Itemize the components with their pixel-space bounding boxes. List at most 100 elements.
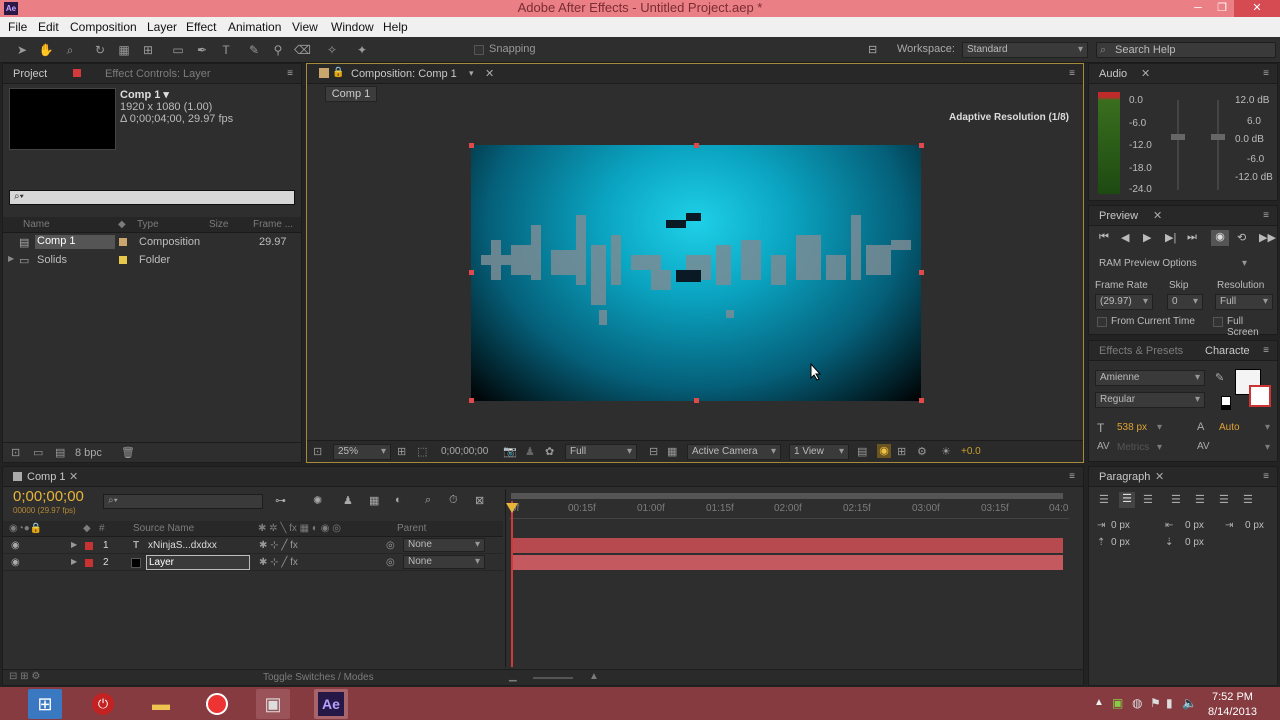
- expand-triangle-icon[interactable]: ▶: [71, 557, 77, 566]
- ram-preview-icon[interactable]: ▶▶: [1259, 231, 1276, 244]
- layer-label-color[interactable]: [85, 559, 93, 567]
- maximize-button[interactable]: ❐: [1210, 0, 1234, 17]
- panel-menu-icon[interactable]: ≡: [1069, 471, 1075, 482]
- window-app-icon[interactable]: ▣: [256, 689, 290, 719]
- rectangle-tool-icon[interactable]: ▭: [170, 42, 186, 58]
- show-snapshot-icon[interactable]: ♟: [525, 445, 535, 458]
- frame-blending-icon[interactable]: ▦: [369, 494, 379, 507]
- security-app-icon[interactable]: ⊞: [28, 689, 62, 719]
- tab-project[interactable]: Project: [13, 65, 47, 83]
- previous-frame-icon[interactable]: ◀: [1121, 231, 1129, 244]
- motion-blur-icon[interactable]: ◐: [395, 494, 402, 506]
- layer-switches-icon[interactable]: ✱ ⊹ ╱ fx: [259, 557, 298, 568]
- pickwhip-icon[interactable]: ◎: [386, 540, 395, 551]
- close-button[interactable]: ✕: [1234, 0, 1280, 17]
- space-after-value[interactable]: 0 px: [1185, 537, 1204, 548]
- leading-value[interactable]: Auto: [1219, 422, 1240, 433]
- timeline-search-input[interactable]: ⌕▾: [103, 494, 263, 509]
- tab-paragraph[interactable]: Paragraph: [1099, 468, 1150, 486]
- comp-dropdown-icon[interactable]: ▾: [469, 68, 474, 79]
- camera-select[interactable]: Active Camera: [687, 444, 781, 460]
- power-icon[interactable]: ⏻: [86, 689, 120, 719]
- close-tab-icon[interactable]: ✕: [69, 470, 78, 483]
- panel-menu-icon[interactable]: ≡: [1263, 210, 1269, 221]
- tab-character[interactable]: Characte: [1205, 342, 1250, 360]
- justify-all-icon[interactable]: ☰: [1243, 493, 1253, 506]
- tab-effects-presets[interactable]: Effects & Presets: [1099, 342, 1183, 360]
- eyedropper-icon[interactable]: ✎: [1215, 371, 1224, 384]
- font-family-select[interactable]: Amienne: [1095, 370, 1205, 386]
- menu-layer[interactable]: Layer: [147, 20, 177, 34]
- font-size-value[interactable]: 538 px: [1117, 422, 1147, 433]
- col-type[interactable]: Type: [137, 219, 159, 230]
- zoom-select[interactable]: 25%: [333, 444, 391, 460]
- search-help-input[interactable]: Search Help: [1115, 44, 1176, 56]
- tray-expand-icon[interactable]: ▲: [1094, 697, 1104, 708]
- roto-brush-tool-icon[interactable]: ✧: [324, 42, 340, 58]
- close-tab-icon[interactable]: ✕: [1141, 67, 1150, 80]
- project-search-input[interactable]: ⌕▾: [9, 190, 295, 205]
- bpc-button[interactable]: 8 bpc: [75, 447, 102, 459]
- from-current-checkbox[interactable]: [1097, 317, 1107, 327]
- exposure-icon[interactable]: ☀: [941, 445, 951, 458]
- panel-menu-icon[interactable]: ≡: [1263, 471, 1269, 482]
- snapshot-icon[interactable]: 📷: [503, 445, 517, 458]
- tray-signal-icon[interactable]: ▮: [1166, 696, 1173, 710]
- align-right-icon[interactable]: ☰: [1143, 493, 1153, 506]
- hide-shy-icon[interactable]: ♟: [343, 494, 353, 507]
- indent-first-value[interactable]: 0 px: [1185, 520, 1204, 531]
- color-channels-icon[interactable]: ✿: [545, 445, 554, 458]
- layer-2-duration-bar[interactable]: [511, 555, 1063, 570]
- tray-network-icon[interactable]: ◍: [1132, 696, 1142, 710]
- resolution-select[interactable]: Full: [565, 444, 637, 460]
- expand-triangle-icon[interactable]: ▶: [71, 540, 77, 549]
- clone-stamp-tool-icon[interactable]: ⚲: [270, 42, 286, 58]
- menu-effect[interactable]: Effect: [186, 20, 216, 34]
- camera-tool-icon[interactable]: ▦: [116, 42, 132, 58]
- layer-row[interactable]: ◉ ▶ 2 Layer ✱ ⊹ ╱ fx ◎ None: [3, 555, 503, 571]
- brush-tool-icon[interactable]: ✎: [246, 42, 262, 58]
- record-app-icon[interactable]: [200, 689, 234, 719]
- col-name[interactable]: Name: [23, 219, 50, 230]
- new-folder-icon[interactable]: ▭: [33, 446, 43, 459]
- bbox-handle[interactable]: [694, 143, 699, 148]
- zoom-in-icon[interactable]: ▲: [589, 671, 599, 682]
- bbox-handle[interactable]: [919, 270, 924, 275]
- project-item-comp[interactable]: ▤ Comp 1 Composition 29.97: [3, 234, 293, 251]
- source-name-header[interactable]: Source Name: [133, 523, 194, 534]
- lock-icon[interactable]: 🔒: [332, 67, 344, 78]
- tray-flag-icon[interactable]: ⚑: [1150, 696, 1161, 710]
- bbox-handle[interactable]: [694, 398, 699, 403]
- zoom-out-icon[interactable]: ▁: [509, 671, 517, 682]
- exposure-value[interactable]: +0.0: [961, 446, 981, 457]
- indent-left-value[interactable]: 0 px: [1111, 520, 1130, 531]
- eraser-tool-icon[interactable]: ⌫: [294, 42, 311, 58]
- tracking-dropdown-icon[interactable]: ▾: [1265, 442, 1270, 453]
- tab-timeline-comp[interactable]: Comp 1: [27, 468, 66, 486]
- fast-previews-icon[interactable]: ◉: [877, 444, 891, 458]
- hand-tool-icon[interactable]: ✋: [38, 42, 54, 58]
- tab-preview[interactable]: Preview: [1099, 207, 1138, 225]
- align-left-icon[interactable]: ☰: [1099, 493, 1109, 506]
- audio-slider-right[interactable]: [1211, 134, 1225, 140]
- audio-slider-left[interactable]: [1171, 134, 1185, 140]
- brainstorm-icon[interactable]: ⌕: [425, 494, 431, 507]
- close-tab-icon[interactable]: ✕: [1153, 209, 1162, 222]
- tray-volume-icon[interactable]: 🔈: [1182, 696, 1197, 710]
- auto-keyframe-icon[interactable]: ⏱: [449, 494, 458, 507]
- panel-menu-icon[interactable]: ≡: [287, 68, 293, 79]
- first-frame-icon[interactable]: ⏮: [1099, 231, 1109, 244]
- mute-audio-icon[interactable]: ◉: [1211, 230, 1229, 246]
- after-effects-taskbar-icon[interactable]: Ae: [314, 689, 348, 719]
- layer-1-duration-bar[interactable]: [511, 538, 1063, 553]
- project-item-folder[interactable]: ▶ ▭ Solids Folder: [3, 252, 293, 269]
- bbox-handle[interactable]: [469, 398, 474, 403]
- visibility-eye-icon[interactable]: ◉: [11, 540, 20, 551]
- trash-icon[interactable]: 🗑: [121, 446, 135, 459]
- bbox-handle[interactable]: [919, 398, 924, 403]
- rotate-tool-icon[interactable]: ↻: [92, 42, 108, 58]
- menu-help[interactable]: Help: [383, 20, 408, 34]
- space-before-value[interactable]: 0 px: [1111, 537, 1130, 548]
- menu-animation[interactable]: Animation: [228, 20, 281, 34]
- leading-dropdown-icon[interactable]: ▾: [1265, 422, 1270, 433]
